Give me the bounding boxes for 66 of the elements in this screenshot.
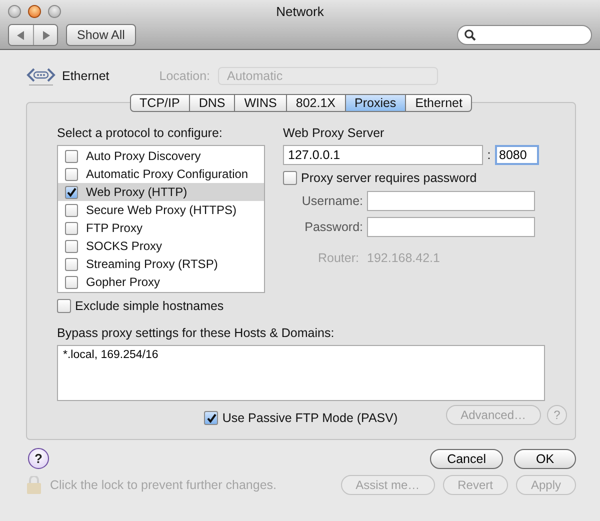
search-field[interactable] [457, 25, 592, 45]
back-button[interactable] [9, 25, 33, 45]
router-label: Router: [317, 251, 359, 265]
checkbox[interactable] [65, 258, 78, 270]
lock-message: Click the lock to prevent further changes. [50, 478, 277, 492]
tab[interactable]: 802.1X [286, 94, 346, 112]
show-all-button[interactable]: Show All [66, 24, 136, 46]
location-label: Location: [159, 69, 210, 83]
checkbox[interactable] [57, 299, 71, 313]
server-title: Web Proxy Server [283, 125, 386, 141]
checkbox-label: Exclude simple hostnames [75, 299, 224, 313]
port-separator: : [486, 148, 492, 162]
checkbox[interactable] [204, 411, 218, 425]
protocol-list-label: Select a protocol to configure: [57, 125, 224, 141]
tab[interactable]: DNS [190, 94, 236, 112]
checkbox[interactable] [65, 150, 78, 162]
checkbox[interactable] [65, 204, 78, 216]
checkbox[interactable] [283, 171, 297, 185]
host-field[interactable]: 127.0.0.1 [283, 145, 483, 165]
protocol-label: Web Proxy (HTTP) [86, 185, 188, 199]
tab[interactable]: Proxies [346, 94, 406, 112]
tab[interactable]: Ethernet [406, 94, 472, 112]
tab[interactable]: WINS [235, 94, 287, 112]
protocol-label: Streaming Proxy (RTSP) [86, 257, 218, 271]
protocol-row[interactable]: Web Proxy (HTTP) [58, 183, 264, 201]
password-field[interactable] [367, 217, 535, 237]
protocol-label: Secure Web Proxy (HTTPS) [86, 203, 236, 217]
username-label: Username: [300, 194, 363, 208]
checkbox[interactable] [65, 222, 78, 234]
protocol-row[interactable]: FTP Proxy [58, 219, 264, 237]
cancel-button[interactable]: Cancel [430, 448, 503, 468]
checkbox[interactable] [65, 168, 78, 180]
ok-button[interactable]: OK [514, 448, 576, 468]
checkbox[interactable] [65, 240, 78, 252]
search-icon [464, 29, 476, 41]
window-title: Network [276, 4, 324, 19]
username-field[interactable] [367, 191, 535, 211]
help-button[interactable]: ? [28, 448, 49, 469]
protocol-row[interactable]: Auto Proxy Discovery [58, 147, 264, 165]
protocol-row[interactable]: SOCKS Proxy [58, 237, 264, 255]
protocol-label: FTP Proxy [86, 221, 142, 235]
protocol-label: SOCKS Proxy [86, 239, 162, 253]
close-button[interactable] [28, 5, 41, 18]
protocol-row[interactable]: Automatic Proxy Configuration [58, 165, 264, 183]
checkbox[interactable] [65, 186, 78, 198]
window-button[interactable] [48, 5, 61, 18]
forward-icon [42, 30, 50, 40]
protocol-row[interactable]: Gopher Proxy [58, 273, 264, 291]
router-value: 192.168.42.1 [367, 251, 440, 265]
port-field[interactable]: 8080 [495, 145, 539, 165]
protocol-label: Auto Proxy Discovery [86, 149, 201, 163]
forward-button[interactable] [33, 25, 57, 45]
checkbox-label: Use Passive FTP Mode (PASV) [222, 411, 398, 425]
checkbox[interactable] [65, 276, 78, 288]
protocol-label: Gopher Proxy [86, 275, 160, 289]
protocol-row[interactable]: Streaming Proxy (RTSP) [58, 255, 264, 273]
bypass-label: Bypass proxy settings for these Hosts & Domains: [57, 325, 336, 341]
protocol-row[interactable]: Secure Web Proxy (HTTPS) [58, 201, 264, 219]
protocol-label: Automatic Proxy Configuration [86, 167, 248, 181]
password-label: Password: [304, 220, 363, 234]
window-button[interactable] [8, 5, 21, 18]
tab[interactable]: TCP/IP [130, 94, 190, 112]
back-icon [17, 30, 25, 40]
service-name: Ethernet [62, 69, 110, 83]
bypass-field[interactable]: *.local, 169.254/16 [57, 345, 545, 401]
checkbox-label: Proxy server requires password [301, 171, 477, 185]
